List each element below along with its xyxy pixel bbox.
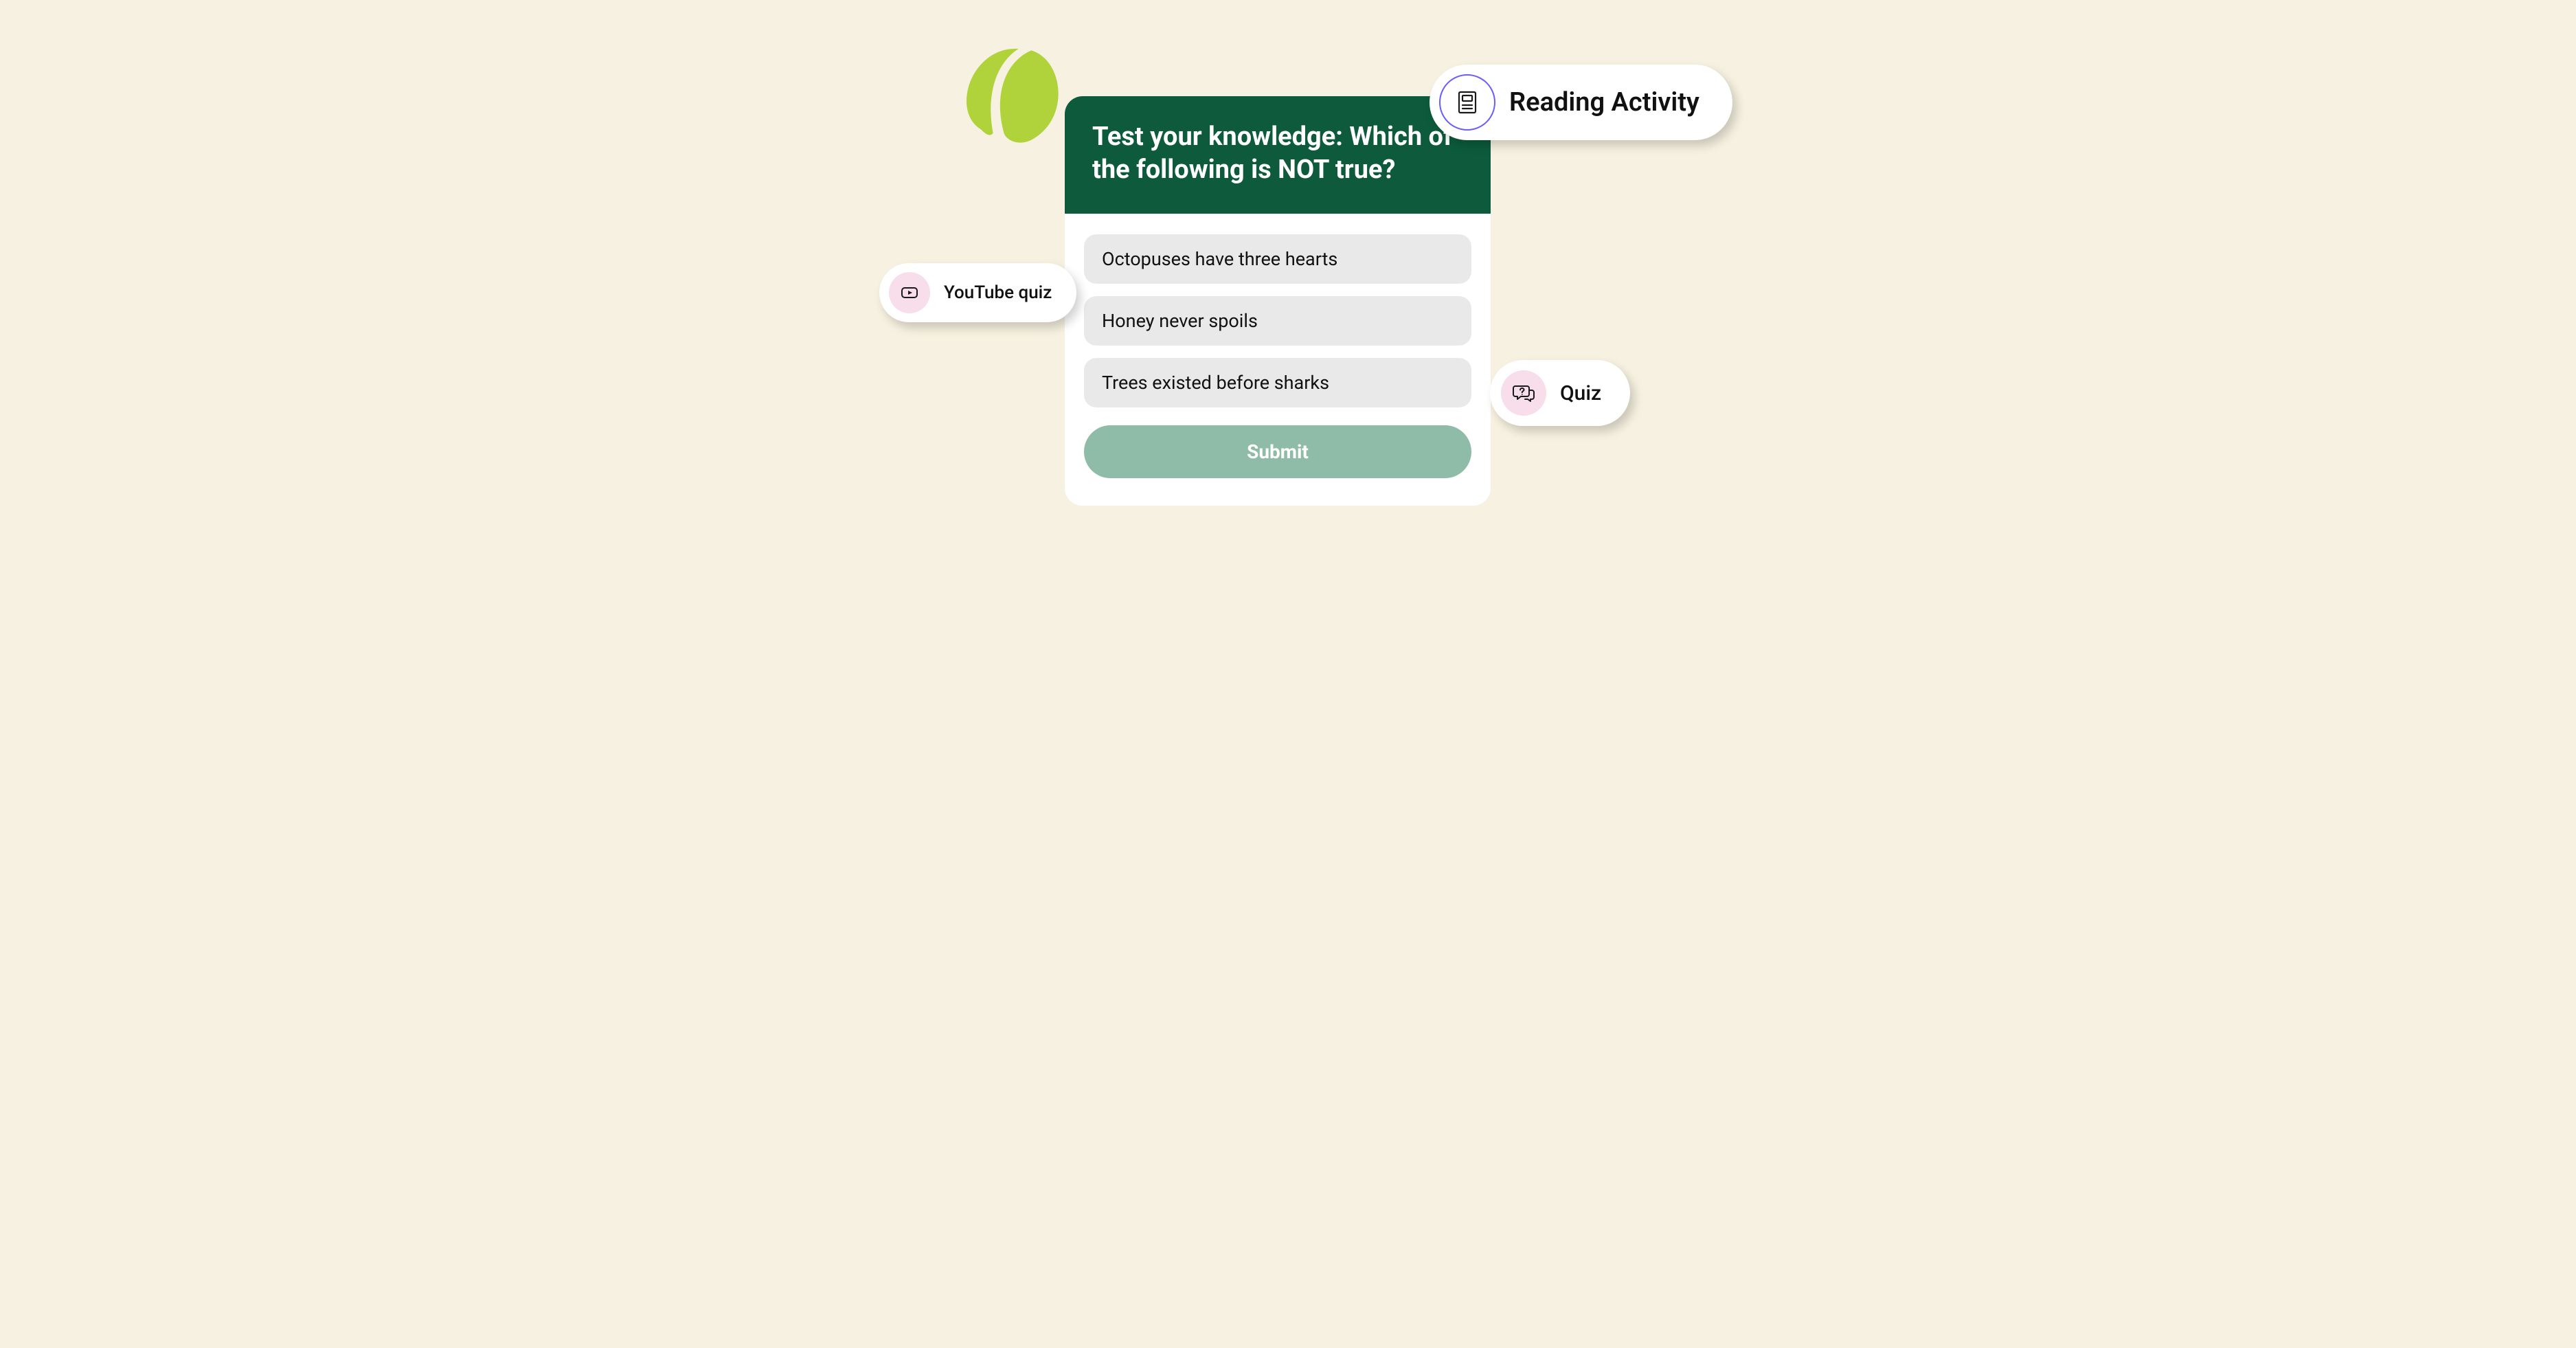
book-icon <box>1439 74 1495 131</box>
quiz-body: Octopuses have three hearts Honey never … <box>1065 214 1491 506</box>
question-chat-icon <box>1501 370 1546 416</box>
youtube-quiz-chip[interactable]: YouTube quiz <box>879 263 1076 322</box>
reading-activity-chip[interactable]: Reading Activity <box>1430 65 1732 140</box>
bean-decoration <box>951 38 1078 152</box>
submit-button[interactable]: Submit <box>1084 425 1471 478</box>
canvas: Test your knowledge: Which of the follow… <box>773 0 1803 539</box>
quiz-chip[interactable]: Quiz <box>1490 360 1630 426</box>
quiz-question: Test your knowledge: Which of the follow… <box>1065 96 1491 214</box>
quiz-option[interactable]: Trees existed before sharks <box>1084 358 1471 407</box>
quiz-option[interactable]: Honey never spoils <box>1084 296 1471 346</box>
reading-activity-label: Reading Activity <box>1509 87 1699 117</box>
youtube-icon <box>889 272 930 313</box>
quiz-chip-label: Quiz <box>1560 381 1601 405</box>
quiz-option[interactable]: Octopuses have three hearts <box>1084 234 1471 284</box>
youtube-quiz-label: YouTube quiz <box>944 282 1052 303</box>
quiz-card: Test your knowledge: Which of the follow… <box>1065 96 1491 506</box>
